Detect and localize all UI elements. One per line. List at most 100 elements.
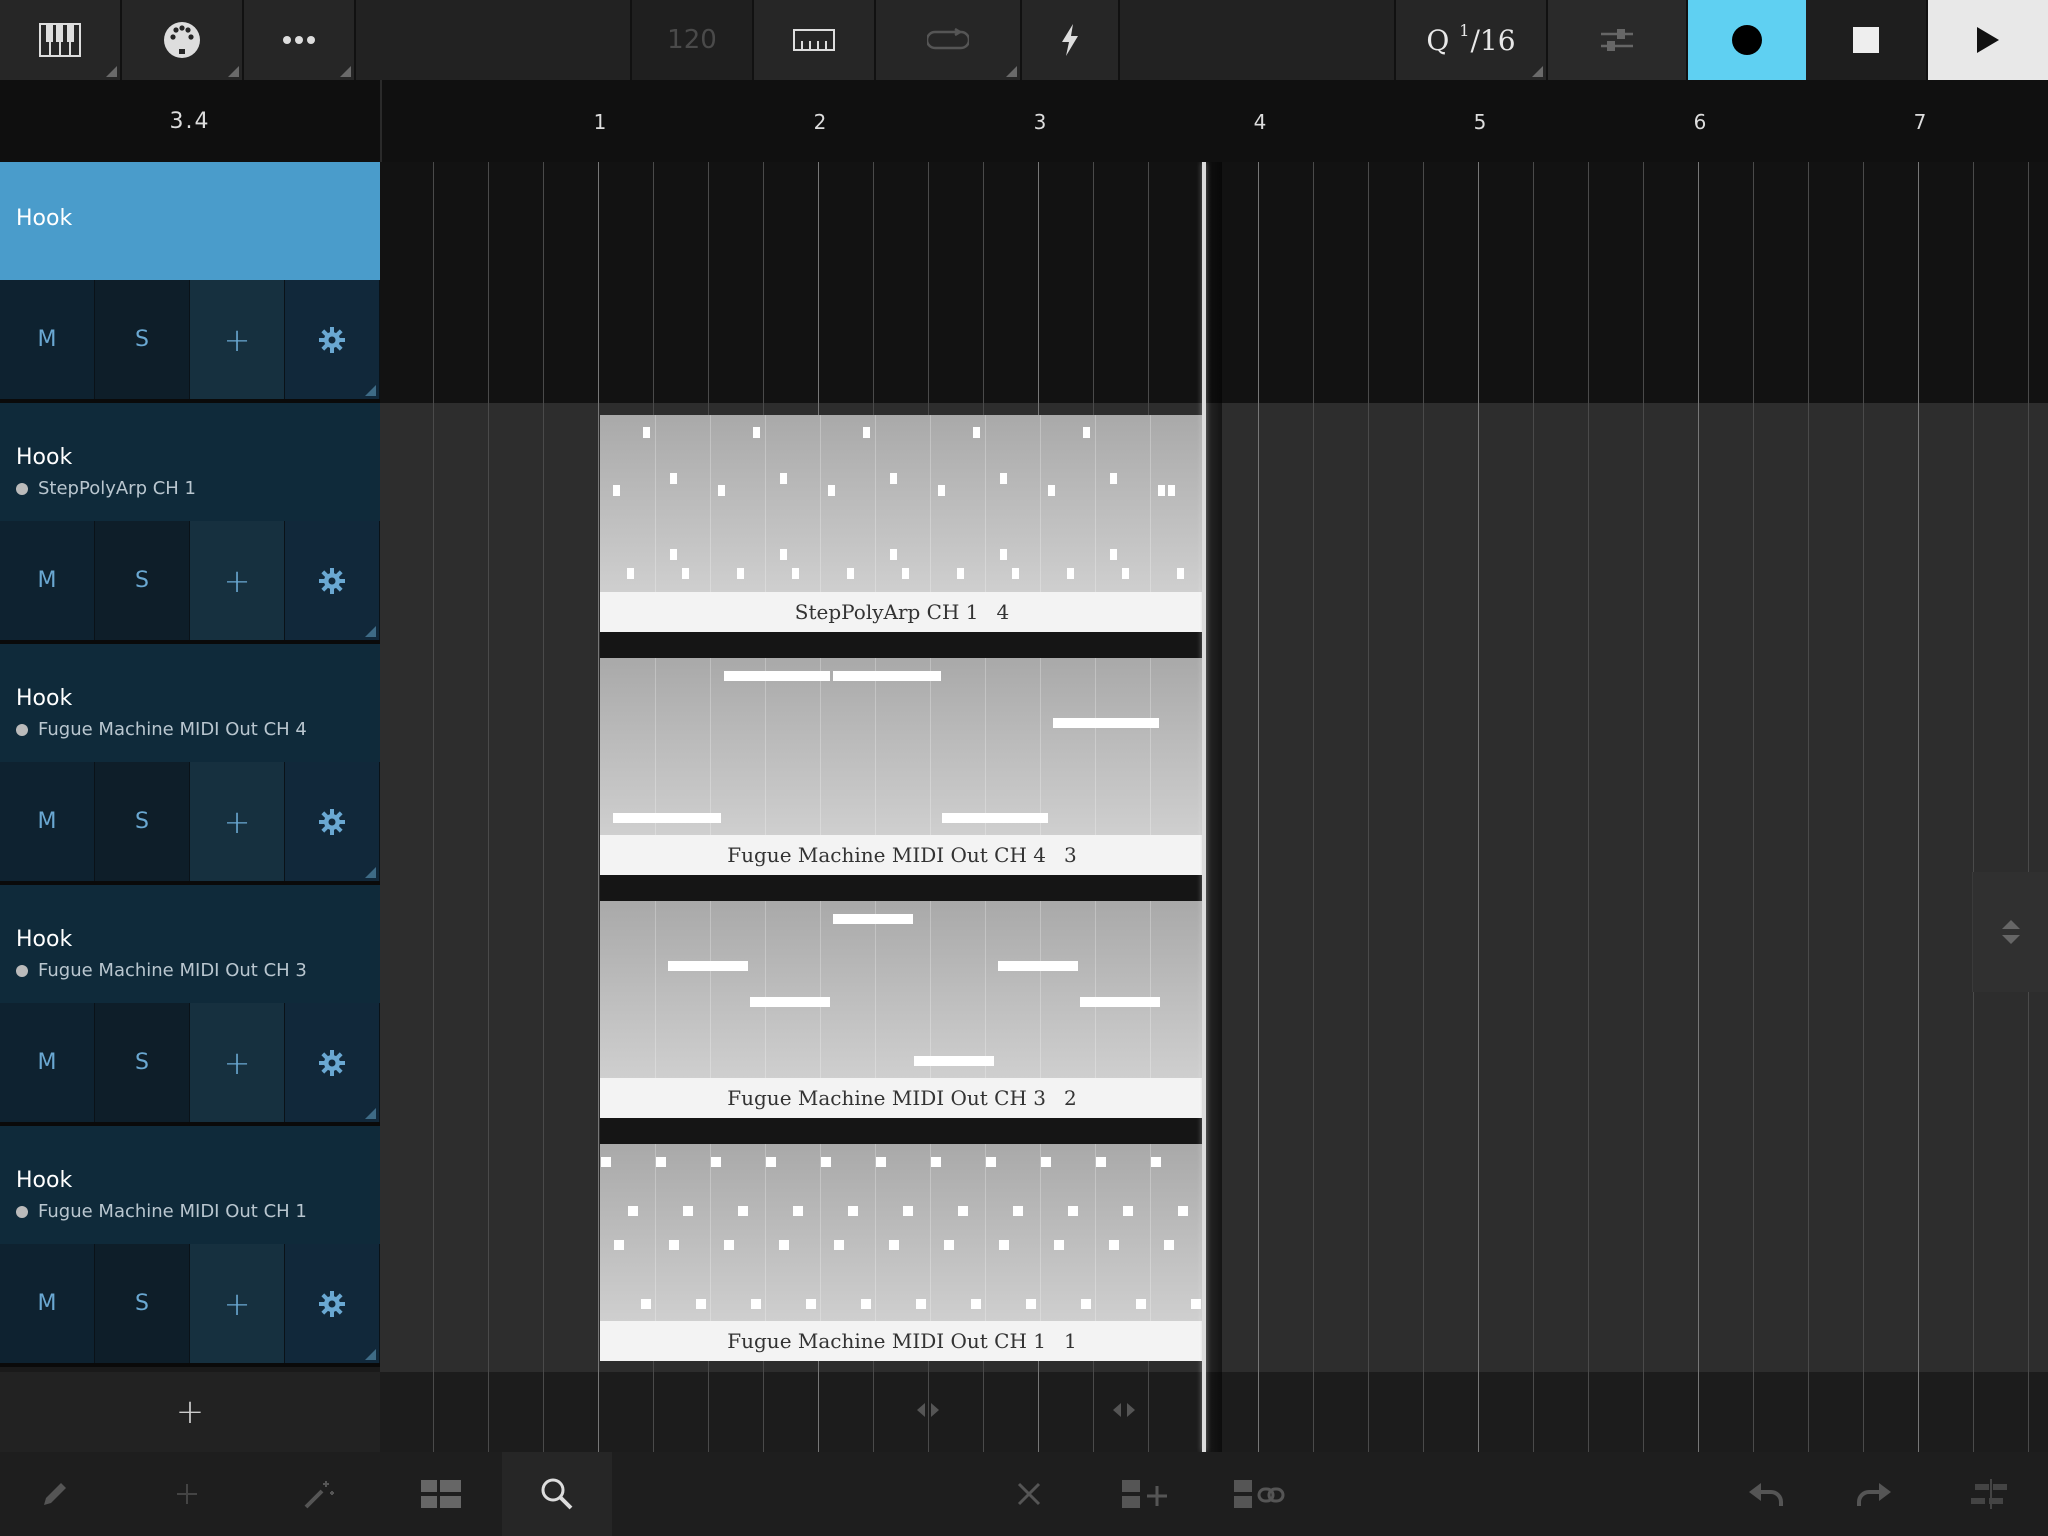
midi-button[interactable] <box>122 0 244 80</box>
clip-notes <box>600 901 1204 1078</box>
midi-clip[interactable]: Fugue Machine MIDI Out CH 4 3 <box>600 658 1204 875</box>
mute-button[interactable]: M <box>0 521 95 640</box>
track-settings-button[interactable] <box>285 280 380 399</box>
solo-button[interactable]: S <box>95 762 190 881</box>
track-header[interactable]: Hook Fugue Machine MIDI Out CH 3 M S + <box>0 885 380 1126</box>
add-tool-button[interactable] <box>132 1452 242 1536</box>
track-header[interactable]: Hook Fugue Machine MIDI Out CH 4 M S + <box>0 644 380 885</box>
track-name-area[interactable]: Hook Fugue Machine MIDI Out CH 1 <box>0 1126 380 1244</box>
clip-name: Fugue Machine MIDI Out CH 4 <box>727 843 1047 867</box>
quantize-button[interactable]: Q 1/16 <box>1396 0 1548 80</box>
play-button[interactable] <box>1928 0 2048 80</box>
metronome-button[interactable] <box>754 0 876 80</box>
track-name-area[interactable]: Hook Fugue Machine MIDI Out CH 4 <box>0 644 380 762</box>
midi-note <box>1158 485 1165 496</box>
zoom-tool-button[interactable] <box>502 1452 612 1536</box>
midi-note <box>1054 1240 1064 1250</box>
solo-button[interactable]: S <box>95 521 190 640</box>
gridline <box>1313 162 1314 1452</box>
link-clip-button[interactable] <box>1206 1452 1316 1536</box>
scroll-horizontal-icon[interactable] <box>1108 1400 1140 1420</box>
mute-button[interactable]: M <box>0 1003 95 1122</box>
piano-icon <box>39 23 81 57</box>
track-header[interactable]: Hook Fugue Machine MIDI Out CH 1 M S + <box>0 1126 380 1367</box>
track-height-handle[interactable] <box>1972 872 2048 992</box>
solo-button[interactable]: S <box>95 1244 190 1363</box>
mixer-button[interactable] <box>1548 0 1688 80</box>
solo-button[interactable]: S <box>95 280 190 399</box>
track-name-area[interactable]: Hook StepPolyArp CH 1 <box>0 403 380 521</box>
gridline <box>433 162 434 1452</box>
quantize-denominator: 16 <box>1479 23 1516 57</box>
record-button[interactable] <box>1688 0 1806 80</box>
midi-note <box>931 1157 941 1167</box>
midi-note <box>916 1299 926 1309</box>
track-settings-button[interactable] <box>285 521 380 640</box>
midi-note <box>833 914 913 924</box>
add-button[interactable]: + <box>190 521 285 640</box>
more-button[interactable] <box>244 0 356 80</box>
track-settings-button[interactable] <box>285 762 380 881</box>
midi-note <box>1068 1206 1078 1216</box>
track-name-area[interactable]: Hook <box>0 162 380 280</box>
track-instrument: Fugue Machine MIDI Out CH 4 <box>16 719 364 740</box>
quantize-separator: / <box>1470 23 1480 57</box>
playhead[interactable] <box>1202 162 1206 1452</box>
piano-button[interactable] <box>0 0 122 80</box>
gridline <box>1753 162 1754 1452</box>
pencil-tool-button[interactable] <box>0 1452 110 1536</box>
magic-wand-button[interactable] <box>264 1452 374 1536</box>
midi-clip[interactable]: Fugue Machine MIDI Out CH 3 2 <box>600 901 1204 1118</box>
clip-label: Fugue Machine MIDI Out CH 4 3 <box>600 835 1204 875</box>
clip-gridline <box>655 658 656 835</box>
undo-button[interactable] <box>1710 1452 1820 1536</box>
add-button[interactable]: + <box>190 280 285 399</box>
midi-note <box>793 1206 803 1216</box>
midi-note <box>682 568 689 579</box>
lightning-button[interactable] <box>1022 0 1120 80</box>
mute-button[interactable]: M <box>0 762 95 881</box>
track-settings-button[interactable] <box>285 1244 380 1363</box>
solo-button[interactable]: S <box>95 1003 190 1122</box>
bar-label: 2 <box>813 110 827 134</box>
clip-gridline <box>875 658 876 835</box>
midi-note <box>958 1206 968 1216</box>
midi-note <box>1000 549 1007 560</box>
midi-note <box>902 568 909 579</box>
arrange-view[interactable]: StepPolyArp CH 1 4 Fugue Machine MIDI Out… <box>380 162 2048 1452</box>
track-name-area[interactable]: Hook Fugue Machine MIDI Out CH 3 <box>0 885 380 1003</box>
add-button[interactable]: + <box>190 1003 285 1122</box>
track-header[interactable]: Hook StepPolyArp CH 1 M S + <box>0 403 380 644</box>
clip-gridline <box>1040 415 1041 592</box>
track-controls: M S + <box>0 521 380 640</box>
loop-button[interactable] <box>876 0 1022 80</box>
mute-button[interactable]: M <box>0 1244 95 1363</box>
delete-button[interactable] <box>974 1452 1084 1536</box>
magic-wand-icon <box>304 1481 334 1509</box>
duplicate-add-button[interactable] <box>1092 1452 1202 1536</box>
stop-button[interactable] <box>1806 0 1928 80</box>
split-icon <box>1971 1479 2007 1509</box>
midi-clip[interactable]: StepPolyArp CH 1 4 <box>600 415 1204 632</box>
midi-clip[interactable]: Fugue Machine MIDI Out CH 1 1 <box>600 1144 1204 1361</box>
layout-button[interactable] <box>386 1452 496 1536</box>
mute-button[interactable]: M <box>0 280 95 399</box>
midi-note <box>938 485 945 496</box>
duplicate-add-icon <box>1122 1480 1167 1508</box>
midi-note <box>847 568 854 579</box>
tempo-display[interactable]: 120 <box>632 0 754 80</box>
midi-note <box>889 1240 899 1250</box>
split-button[interactable] <box>1936 1452 2046 1536</box>
track-header[interactable]: Hook M S + <box>0 162 380 403</box>
track-settings-button[interactable] <box>285 1003 380 1122</box>
midi-note <box>696 1299 706 1309</box>
add-button[interactable]: + <box>190 762 285 881</box>
quantize-numerator: 1 <box>1459 20 1470 40</box>
add-button[interactable]: + <box>190 1244 285 1363</box>
timeline-ruler[interactable]: 1 2 3 4 5 6 7 <box>380 80 2048 162</box>
midi-note <box>601 1157 611 1167</box>
redo-button[interactable] <box>1820 1452 1930 1536</box>
midi-note <box>848 1206 858 1216</box>
add-track-button[interactable]: + <box>0 1372 380 1452</box>
scroll-horizontal-icon[interactable] <box>912 1400 944 1420</box>
